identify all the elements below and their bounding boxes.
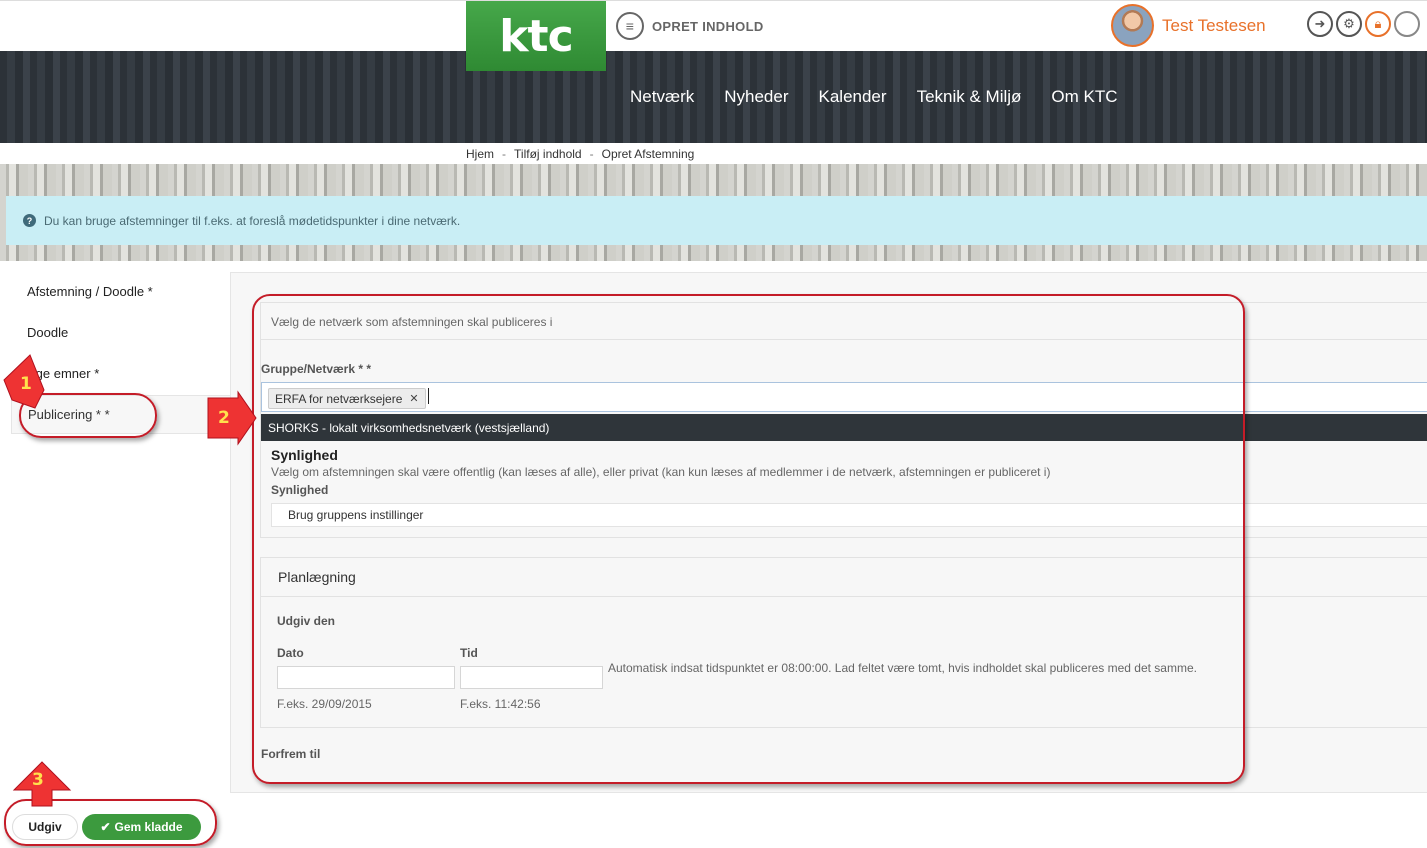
download-icon[interactable]: ➜ xyxy=(1307,11,1333,37)
gear-icon[interactable]: ⚙ xyxy=(1336,11,1362,37)
settings-icon[interactable] xyxy=(1394,11,1420,37)
tab-afstemning-doodle[interactable]: Afstemning / Doodle * xyxy=(11,272,230,311)
ktc-logo[interactable]: ktc xyxy=(466,1,606,71)
lock-icon[interactable]: 🔒︎ xyxy=(1365,11,1391,37)
marker-3-label: 3 xyxy=(32,770,44,790)
breadcrumb: Hjem - Tilføj indhold - Opret Afstemning xyxy=(466,147,694,161)
breadcrumb-current: Opret Afstemning xyxy=(601,147,695,161)
info-text: Du kan bruge afstemninger til f.eks. at … xyxy=(44,213,461,228)
nav-item-netvaerk[interactable]: Netværk xyxy=(630,87,694,107)
tab-label: Doodle xyxy=(27,325,69,340)
question-icon: ? xyxy=(23,214,36,227)
nav-item-kalender[interactable]: Kalender xyxy=(819,87,887,107)
breadcrumb-separator: - xyxy=(589,147,594,161)
marker-2-label: 2 xyxy=(218,408,230,428)
tab-label: ilige emner * xyxy=(27,366,100,381)
logo-text: ktc xyxy=(499,10,573,62)
tab-emner[interactable]: ilige emner * xyxy=(11,354,230,393)
user-menu[interactable]: Test Testesen xyxy=(1111,4,1266,47)
nav-item-om-ktc[interactable]: Om KTC xyxy=(1051,87,1117,107)
breadcrumb-separator: - xyxy=(502,147,507,161)
user-name: Test Testesen xyxy=(1162,15,1266,35)
tab-doodle[interactable]: Doodle xyxy=(11,313,230,352)
create-content-label: OPRET INDHOLD xyxy=(652,18,764,34)
annotation-ring-publicering xyxy=(19,393,157,438)
breadcrumb-strip xyxy=(0,143,1427,164)
breadcrumb-add-content[interactable]: Tilføj indhold xyxy=(514,147,582,161)
annotation-ring-buttons xyxy=(4,799,217,846)
avatar xyxy=(1111,4,1154,47)
toolbar-icons: ➜ ⚙ 🔒︎ xyxy=(1307,11,1420,37)
annotation-ring-main xyxy=(252,294,1245,784)
edit-list-icon: ≡ xyxy=(616,12,644,40)
tab-label: Afstemning / Doodle * xyxy=(27,284,153,299)
marker-1-label: 1 xyxy=(20,374,32,394)
main-nav: Netværk Nyheder Kalender Teknik & Miljø … xyxy=(630,87,1118,107)
create-content-button[interactable]: ≡ OPRET INDHOLD xyxy=(616,12,764,40)
breadcrumb-home[interactable]: Hjem xyxy=(466,147,494,161)
nav-item-nyheder[interactable]: Nyheder xyxy=(724,87,788,107)
info-alert: ? Du kan bruge afstemninger til f.eks. a… xyxy=(6,196,1427,245)
nav-item-teknik-miljo[interactable]: Teknik & Miljø xyxy=(917,87,1022,107)
